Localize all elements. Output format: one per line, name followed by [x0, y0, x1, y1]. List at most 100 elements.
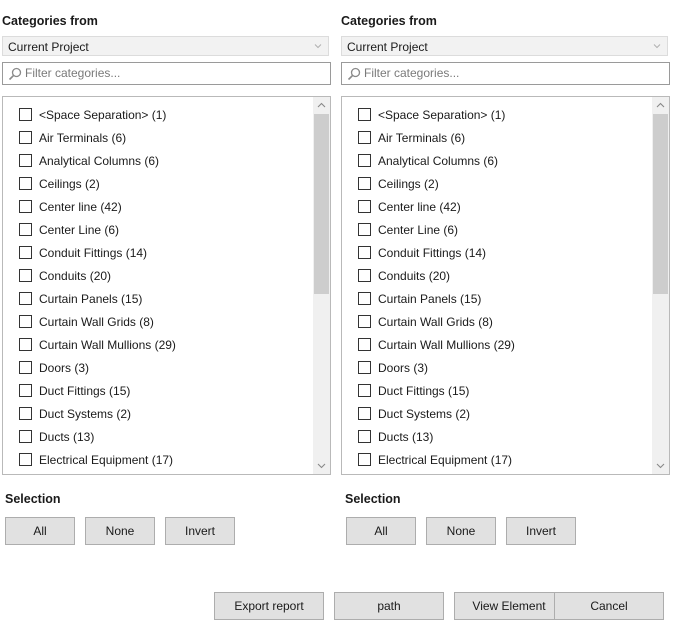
category-checkbox[interactable] [19, 108, 32, 121]
category-list-item[interactable]: Duct Fittings (15) [3, 382, 314, 400]
category-checkbox[interactable] [19, 453, 32, 466]
category-list-item[interactable]: Duct Systems (2) [3, 405, 314, 423]
category-checkbox[interactable] [358, 269, 371, 282]
scroll-thumb[interactable] [653, 114, 668, 294]
categories-source-dropdown[interactable]: Current Project [2, 36, 329, 56]
view-element-button[interactable]: View Element [454, 592, 564, 620]
export-report-button[interactable]: Export report [214, 592, 324, 620]
category-list-item[interactable]: Center Line (6) [3, 221, 314, 239]
select-none-button[interactable]: None [85, 517, 155, 545]
category-checkbox[interactable] [358, 177, 371, 190]
chevron-down-icon [314, 44, 322, 49]
dropdown-selected-value: Current Project [8, 40, 89, 54]
category-label: Curtain Wall Grids (8) [39, 315, 154, 329]
category-checkbox[interactable] [19, 154, 32, 167]
category-list-item[interactable]: Ducts (13) [3, 428, 314, 446]
category-checkbox[interactable] [358, 223, 371, 236]
chevron-up-icon[interactable] [313, 97, 330, 114]
category-checkbox[interactable] [358, 246, 371, 259]
category-label: Ducts (13) [39, 430, 95, 444]
category-checkbox[interactable] [358, 407, 371, 420]
category-list-item[interactable]: Analytical Columns (6) [3, 152, 314, 170]
category-list-item[interactable]: Conduits (20) [342, 267, 653, 285]
category-checkbox[interactable] [19, 430, 32, 443]
chevron-up-icon[interactable] [652, 97, 669, 114]
category-list-item[interactable]: Electrical Equipment (17) [3, 451, 314, 469]
categories-list[interactable]: <Space Separation> (1) Air Terminals (6) A… [341, 96, 670, 475]
category-checkbox[interactable] [19, 246, 32, 259]
category-label: Doors (3) [39, 361, 90, 375]
filter-categories-input[interactable] [364, 65, 654, 81]
category-list-item[interactable]: Center line (42) [3, 198, 314, 216]
category-list-item[interactable]: Air Terminals (6) [342, 129, 653, 147]
category-list-item[interactable]: Conduit Fittings (14) [342, 244, 653, 262]
category-label: Center Line (6) [378, 223, 459, 237]
scroll-thumb[interactable] [314, 114, 329, 294]
select-all-button[interactable]: All [346, 517, 416, 545]
filter-categories-field[interactable] [341, 62, 670, 85]
category-list-item[interactable]: Curtain Wall Grids (8) [3, 313, 314, 331]
category-checkbox[interactable] [19, 131, 32, 144]
category-list-item[interactable]: Curtain Panels (15) [3, 290, 314, 308]
category-checkbox[interactable] [358, 108, 371, 121]
select-none-button[interactable]: None [426, 517, 496, 545]
category-checkbox[interactable] [19, 338, 32, 351]
category-list-item[interactable]: Analytical Columns (6) [342, 152, 653, 170]
select-all-button[interactable]: All [5, 517, 75, 545]
filter-categories-field[interactable] [2, 62, 331, 85]
category-list-item[interactable]: Center Line (6) [342, 221, 653, 239]
category-list-item[interactable]: <Space Separation> (1) [342, 106, 653, 124]
category-list-item[interactable]: Electrical Equipment (17) [342, 451, 653, 469]
chevron-down-icon[interactable] [652, 457, 669, 474]
category-checkbox[interactable] [19, 384, 32, 397]
category-label: Air Terminals (6) [378, 131, 466, 145]
category-checkbox[interactable] [19, 223, 32, 236]
category-checkbox[interactable] [358, 453, 371, 466]
category-checkbox[interactable] [358, 384, 371, 397]
list-scrollbar[interactable] [652, 97, 669, 474]
category-list-item[interactable]: Ducts (13) [342, 428, 653, 446]
category-checkbox[interactable] [19, 200, 32, 213]
category-list-item[interactable]: Ceilings (2) [3, 175, 314, 193]
category-list-item[interactable]: Doors (3) [3, 359, 314, 377]
category-checkbox[interactable] [19, 361, 32, 374]
category-checkbox[interactable] [19, 177, 32, 190]
category-checkbox[interactable] [358, 154, 371, 167]
category-checkbox[interactable] [358, 131, 371, 144]
categories-from-label: Categories from [341, 14, 437, 28]
category-list-item[interactable]: Center line (42) [342, 198, 653, 216]
categories-list[interactable]: <Space Separation> (1) Air Terminals (6) A… [2, 96, 331, 475]
category-list-item[interactable]: <Space Separation> (1) [3, 106, 314, 124]
category-list-item[interactable]: Curtain Wall Grids (8) [342, 313, 653, 331]
category-checkbox[interactable] [19, 269, 32, 282]
category-list-item[interactable]: Curtain Panels (15) [342, 290, 653, 308]
category-list-item[interactable]: Duct Systems (2) [342, 405, 653, 423]
path-button[interactable]: path [334, 592, 444, 620]
category-list-item[interactable]: Air Terminals (6) [3, 129, 314, 147]
category-checkbox[interactable] [19, 292, 32, 305]
list-scrollbar[interactable] [313, 97, 330, 474]
category-checkbox[interactable] [358, 315, 371, 328]
category-list-item[interactable]: Duct Fittings (15) [342, 382, 653, 400]
chevron-down-icon[interactable] [313, 457, 330, 474]
category-label: Center line (42) [39, 200, 122, 214]
category-checkbox[interactable] [358, 361, 371, 374]
category-list-item[interactable]: Curtain Wall Mullions (29) [342, 336, 653, 354]
invert-selection-button[interactable]: Invert [506, 517, 576, 545]
category-checkbox[interactable] [358, 338, 371, 351]
category-list-item[interactable]: Conduit Fittings (14) [3, 244, 314, 262]
category-checkbox[interactable] [19, 315, 32, 328]
category-checkbox[interactable] [358, 430, 371, 443]
category-label: Electrical Equipment (17) [378, 453, 513, 467]
category-checkbox[interactable] [358, 200, 371, 213]
category-list-item[interactable]: Doors (3) [342, 359, 653, 377]
category-list-item[interactable]: Conduits (20) [3, 267, 314, 285]
category-checkbox[interactable] [19, 407, 32, 420]
invert-selection-button[interactable]: Invert [165, 517, 235, 545]
cancel-button[interactable]: Cancel [554, 592, 664, 620]
category-list-item[interactable]: Curtain Wall Mullions (29) [3, 336, 314, 354]
filter-categories-input[interactable] [25, 65, 315, 81]
category-list-item[interactable]: Ceilings (2) [342, 175, 653, 193]
category-checkbox[interactable] [358, 292, 371, 305]
categories-source-dropdown[interactable]: Current Project [341, 36, 668, 56]
